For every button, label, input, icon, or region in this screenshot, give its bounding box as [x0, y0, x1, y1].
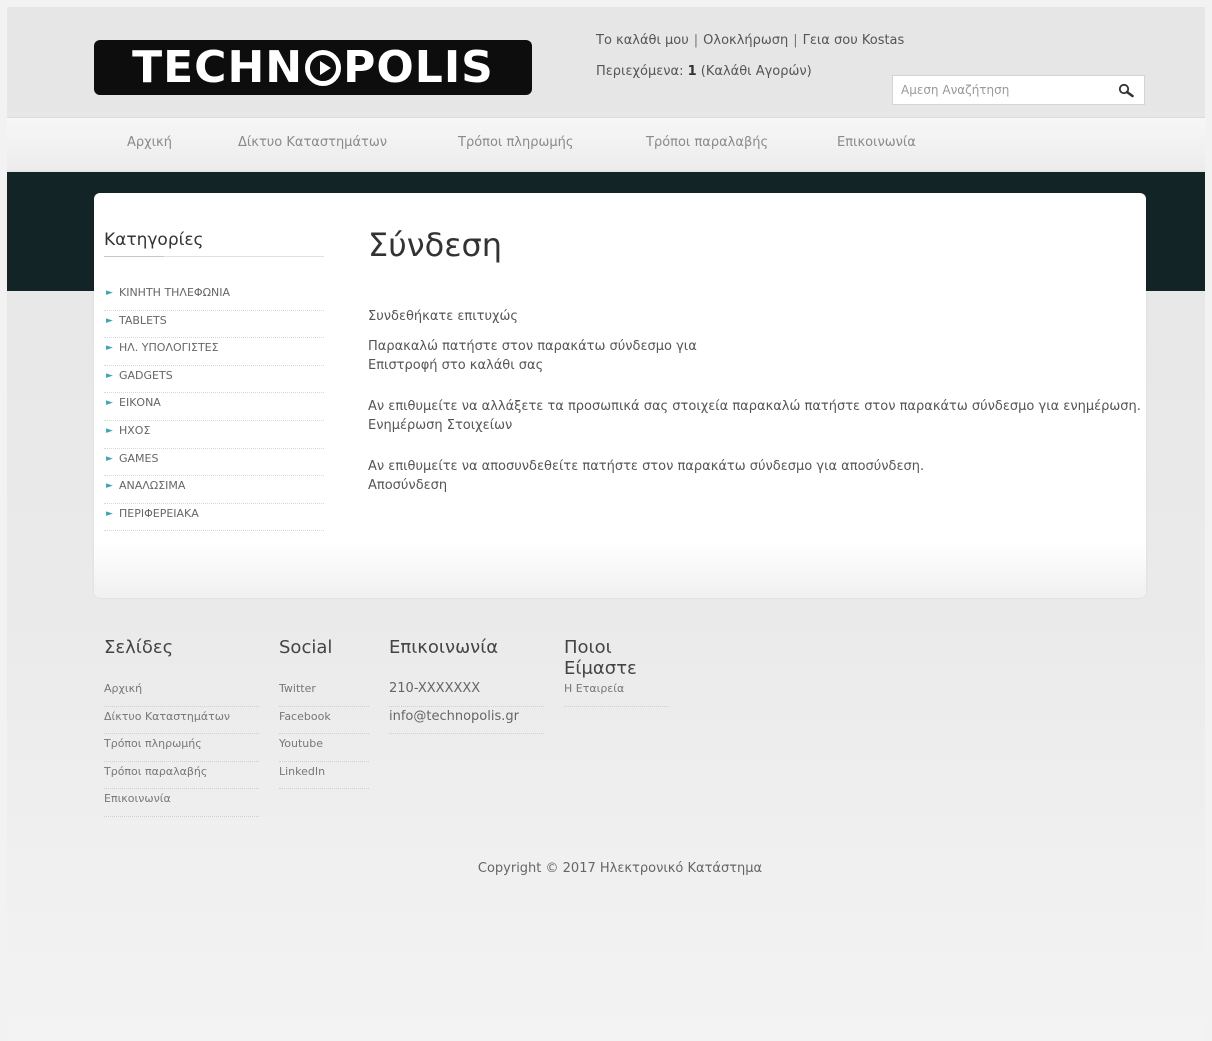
arrow-right-icon: ►	[106, 453, 113, 464]
nav-item-delivery[interactable]: Τρόποι παραλαβής	[646, 135, 768, 150]
separator: |	[693, 33, 699, 48]
category-label: GADGETS	[119, 368, 173, 382]
copyright: Copyright © 2017 Ηλεκτρονικό Κατάστημα	[477, 861, 763, 876]
search-input[interactable]	[899, 82, 1113, 98]
arrow-right-icon: ►	[106, 508, 113, 519]
footer-link[interactable]: Αρχική	[104, 679, 259, 707]
cart-summary: Περιεχόμενα: 1 (Καλάθι Αγορών)	[596, 64, 812, 79]
category-item[interactable]: ► ΚΙΝΗΤΗ ΤΗΛΕΦΩΝΙΑ	[104, 283, 324, 311]
page-title: Σύνδεση	[368, 226, 503, 264]
category-item[interactable]: ► ΗΧΟΣ	[104, 421, 324, 449]
nav-item-payment[interactable]: Τρόποι πληρωμής	[458, 135, 574, 150]
page: TECHN POLIS Το καλάθι μου | Ολοκλήρωση | Γει…	[7, 7, 1205, 1041]
categories-title: Κατηγορίες	[104, 230, 204, 250]
cart-prompt: Παρακαλώ πατήστε στον παρακάτω σύνδεσμο …	[368, 339, 697, 354]
category-label: ΑΝΑΛΩΣΙΜΑ	[119, 479, 186, 493]
footer-social: Social Twitter Facebook Youtube LinkedIn	[279, 637, 369, 790]
success-message: Συνδεθήκατε επιτυχώς	[368, 309, 519, 324]
cart-count: 1	[687, 64, 697, 79]
arrow-right-icon: ►	[106, 315, 113, 326]
category-label: ΠΕΡΙΦΕΡΕΙΑΚΑ	[119, 506, 199, 520]
arrow-right-icon: ►	[106, 288, 113, 298]
my-cart-link[interactable]: Το καλάθι μου	[596, 33, 689, 48]
logout-link[interactable]: Αποσύνδεση	[368, 478, 447, 493]
cart-label: Περιεχόμενα:	[596, 64, 684, 79]
category-item[interactable]: ► GADGETS	[104, 366, 324, 394]
arrow-right-icon: ►	[106, 398, 113, 409]
footer-social-title: Social	[279, 637, 333, 658]
footer-phone: 210-XXXXXXX	[389, 679, 544, 707]
category-item[interactable]: ► ΠΕΡΙΦΕΡΕΙΑΚΑ	[104, 504, 324, 532]
cart-link[interactable]: (Καλάθι Αγορών)	[701, 64, 812, 79]
footer-social-link[interactable]: Twitter	[279, 679, 369, 707]
top-links: Το καλάθι μου | Ολοκλήρωση | Γεια σου Kostas	[596, 33, 904, 48]
return-to-cart-link[interactable]: Επιστροφή στο καλάθι σας	[368, 358, 543, 373]
footer-contact: Επικοινωνία 210-XXXXXXX info@technopolis…	[389, 637, 544, 735]
search-box	[892, 75, 1145, 105]
category-item[interactable]: ► TABLETS	[104, 311, 324, 339]
logout-prompt: Αν επιθυμείτε να αποσυνδεθείτε πατήστε σ…	[368, 459, 925, 474]
logo-text-right: POLIS	[343, 42, 494, 93]
category-list: ► ΚΙΝΗΤΗ ΤΗΛΕΦΩΝΙΑ ► TABLETS ► ΗΛ. ΥΠΟΛΟΓΙΣ…	[104, 283, 324, 532]
nav-item-stores[interactable]: Δίκτυο Καταστημάτων	[238, 135, 387, 150]
logout-section: Αν επιθυμείτε να αποσυνδεθείτε πατήστε σ…	[368, 457, 924, 495]
footer-contact-title: Επικοινωνία	[389, 637, 499, 658]
update-details-link[interactable]: Ενημέρωση Στοιχείων	[368, 418, 512, 433]
footer-pages-title: Σελίδες	[104, 637, 174, 658]
arrow-right-icon: ►	[106, 343, 113, 354]
footer-about-link[interactable]: Η Εταιρεία	[564, 679, 669, 707]
checkout-link[interactable]: Ολοκλήρωση	[703, 33, 788, 48]
update-section: Αν επιθυμείτε να αλλάξετε τα προσωπικά σ…	[368, 397, 1141, 435]
footer-social-link[interactable]: Youtube	[279, 734, 369, 762]
footer-link[interactable]: Τρόποι πληρωμής	[104, 734, 259, 762]
cart-section: Παρακαλώ πατήστε στον παρακάτω σύνδεσμο …	[368, 337, 697, 375]
footer-social-link[interactable]: Facebook	[279, 707, 369, 735]
footer-link[interactable]: Δίκτυο Καταστημάτων	[104, 707, 259, 735]
footer-link[interactable]: Τρόποι παραλαβής	[104, 762, 259, 790]
category-label: ΗΧΟΣ	[119, 423, 151, 437]
category-label: ΕΙΚΟΝΑ	[119, 396, 161, 410]
category-label: TABLETS	[119, 313, 167, 327]
nav-item-contact[interactable]: Επικοινωνία	[837, 135, 916, 150]
footer-email[interactable]: info@technopolis.gr	[389, 707, 544, 735]
logo-text-left: TECHN	[132, 42, 304, 93]
content-card: Κατηγορίες ► ΚΙΝΗΤΗ ΤΗΛΕΦΩΝΙΑ ► TABLETS ► Η…	[94, 193, 1146, 598]
search-icon[interactable]	[1118, 83, 1134, 99]
play-circle-icon	[305, 49, 342, 86]
technopolis-logo[interactable]: TECHN POLIS	[94, 40, 532, 95]
category-label: ΗΛ. ΥΠΟΛΟΓΙΣΤΕΣ	[119, 341, 219, 355]
user-greeting-link[interactable]: Γεια σου Kostas	[803, 33, 905, 48]
separator: |	[793, 33, 798, 48]
footer-pages: Σελίδες Αρχική Δίκτυο Καταστημάτων Τρόπο…	[104, 637, 259, 817]
footer-about-title: Ποιοι Είμαστε	[564, 637, 637, 679]
category-item[interactable]: ► ΗΛ. ΥΠΟΛΟΓΙΣΤΕΣ	[104, 338, 324, 366]
arrow-right-icon: ►	[106, 370, 113, 381]
footer-social-link[interactable]: LinkedIn	[279, 762, 369, 790]
category-item[interactable]: ► ΑΝΑΛΩΣΙΜΑ	[104, 476, 324, 504]
arrow-right-icon: ►	[106, 425, 113, 436]
update-prompt: Αν επιθυμείτε να αλλάξετε τα προσωπικά σ…	[368, 399, 1141, 414]
main-nav: Αρχική Δίκτυο Καταστημάτων Τρόποι πληρωμ…	[7, 117, 1205, 170]
category-item[interactable]: ► GAMES	[104, 449, 324, 477]
footer-about: Ποιοι Είμαστε Η Εταιρεία	[564, 637, 669, 707]
category-label: ΚΙΝΗΤΗ ΤΗΛΕΦΩΝΙΑ	[119, 286, 230, 299]
category-item[interactable]: ► ΕΙΚΟΝΑ	[104, 393, 324, 421]
category-label: GAMES	[119, 451, 159, 465]
arrow-right-icon: ►	[106, 481, 113, 492]
title-divider	[104, 256, 324, 257]
nav-item-home[interactable]: Αρχική	[127, 135, 172, 150]
footer-link[interactable]: Επικοινωνία	[104, 789, 259, 817]
